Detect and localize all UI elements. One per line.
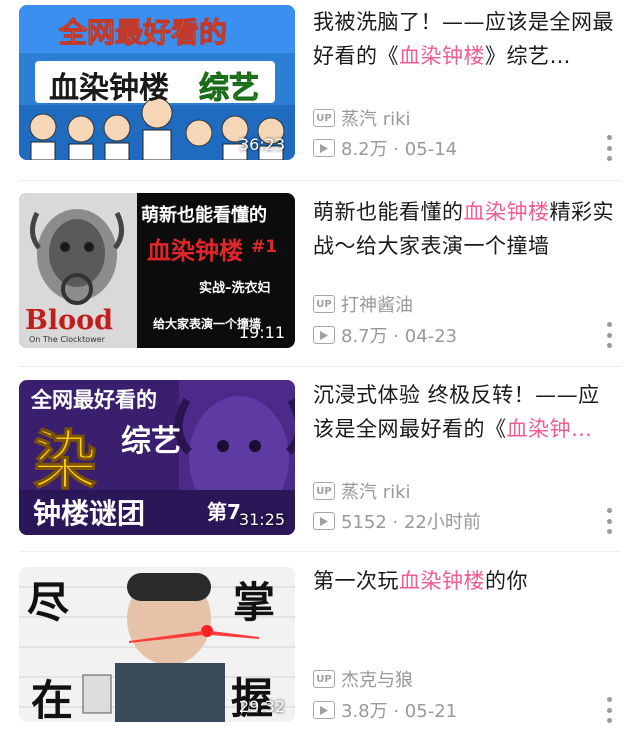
divider bbox=[19, 366, 621, 367]
video-stats: 8.7万 · 04-23 bbox=[341, 326, 458, 347]
thumbnail-char: 在 bbox=[31, 676, 74, 722]
thumbnail-caption-num: #1 bbox=[251, 237, 278, 257]
video-duration: 36:23 bbox=[238, 135, 285, 154]
uploader-line[interactable]: UP 蒸汽 riki bbox=[313, 105, 411, 131]
video-thumbnail[interactable]: 萌新也能看懂的 血染钟楼 #1 实战–洗衣妇 给大家表演一个撞墙 Blood O… bbox=[19, 193, 295, 348]
video-item[interactable]: 尽 掌 在 握 29:32 第一次玩血染钟楼的你 UP 杰克与狼 3.8万 · … bbox=[0, 560, 641, 740]
thumbnail-caption-main: 血染钟楼 bbox=[147, 237, 243, 265]
up-badge-icon: UP bbox=[313, 295, 335, 313]
video-title[interactable]: 萌新也能看懂的血染钟楼精彩实战～给大家表演一个撞墙 bbox=[313, 195, 618, 263]
thumbnail-caption-top: 全网最好看的 bbox=[58, 16, 228, 50]
thumbnail-char: 掌 bbox=[233, 578, 276, 627]
thumbnail-caption-tag: 综艺 bbox=[199, 71, 260, 107]
title-text: 》综艺… bbox=[485, 44, 571, 68]
title-text: 的你 bbox=[485, 569, 528, 593]
play-count-icon bbox=[313, 326, 335, 344]
title-highlight: 血染钟… bbox=[506, 417, 593, 441]
play-count-icon bbox=[313, 701, 335, 719]
video-stats: 5152 · 22小时前 bbox=[341, 512, 481, 533]
video-item[interactable]: 全网最好看的 染 综艺 钟楼谜团 第7 31:25 沉浸式体验 终极反转！——应… bbox=[0, 374, 641, 554]
up-badge-icon: UP bbox=[313, 482, 335, 500]
video-title[interactable]: 我被洗脑了！——应该是全网最好看的《血染钟楼》综艺… bbox=[313, 5, 618, 73]
more-vertical-icon[interactable] bbox=[601, 697, 617, 723]
title-highlight: 血染钟楼 bbox=[463, 200, 550, 224]
thumbnail-caption-main: 血染钟楼 bbox=[49, 71, 169, 106]
up-badge-icon: UP bbox=[313, 670, 335, 688]
uploader-name: 蒸汽 riki bbox=[341, 482, 411, 503]
divider bbox=[19, 551, 621, 552]
thumbnail-caption-top: 萌新也能看懂的 bbox=[141, 205, 267, 226]
thumbnail-caption-tag: 综艺 bbox=[121, 424, 181, 459]
thumbnail-episode: 第7 bbox=[207, 500, 241, 524]
video-stats: 8.2万 · 05-14 bbox=[341, 139, 458, 160]
thumbnail-char: 尽 bbox=[27, 578, 70, 627]
uploader-name: 杰克与狼 bbox=[341, 670, 413, 691]
video-duration: 29:32 bbox=[238, 697, 285, 716]
stats-line: 5152 · 22小时前 bbox=[313, 508, 481, 534]
video-thumbnail[interactable]: 全网最好看的 染 综艺 钟楼谜团 第7 31:25 bbox=[19, 380, 295, 535]
stats-line: 8.7万 · 04-23 bbox=[313, 322, 457, 348]
video-thumbnail[interactable]: 全网最好看的 血染钟楼 综艺 36:23 bbox=[19, 5, 295, 160]
uploader-line[interactable]: UP 打神酱油 bbox=[313, 291, 413, 317]
divider bbox=[19, 180, 621, 181]
video-duration: 19:11 bbox=[238, 323, 285, 342]
uploader-name: 打神酱油 bbox=[341, 295, 413, 316]
uploader-name: 蒸汽 riki bbox=[341, 109, 411, 130]
title-text: 萌新也能看懂的 bbox=[313, 200, 464, 224]
video-duration: 31:25 bbox=[238, 510, 285, 529]
blood-logo-sub: On The Clocktower bbox=[29, 335, 105, 344]
thumbnail-caption-main: 钟楼谜团 bbox=[33, 497, 146, 530]
play-count-icon bbox=[313, 512, 335, 530]
video-thumbnail[interactable]: 尽 掌 在 握 29:32 bbox=[19, 567, 295, 722]
uploader-line[interactable]: UP 蒸汽 riki bbox=[313, 478, 411, 504]
thumbnail-caption-big: 染 bbox=[33, 425, 98, 500]
stats-line: 3.8万 · 05-21 bbox=[313, 697, 457, 723]
video-title[interactable]: 沉浸式体验 终极反转！——应该是全网最好看的《血染钟… bbox=[313, 378, 618, 446]
play-count-icon bbox=[313, 139, 335, 157]
thumbnail-caption-sub: 实战–洗衣妇 bbox=[199, 281, 271, 296]
blood-logo: Blood bbox=[25, 305, 113, 336]
video-title[interactable]: 第一次玩血染钟楼的你 bbox=[313, 564, 618, 598]
stats-line: 8.2万 · 05-14 bbox=[313, 135, 457, 161]
uploader-line[interactable]: UP 杰克与狼 bbox=[313, 666, 413, 692]
video-stats: 3.8万 · 05-21 bbox=[341, 701, 458, 722]
more-vertical-icon[interactable] bbox=[601, 135, 617, 161]
video-item[interactable]: 全网最好看的 血染钟楼 综艺 36:23 我被洗脑了！——应该是全网最好看的《血… bbox=[0, 0, 641, 180]
up-badge-icon: UP bbox=[313, 109, 335, 127]
video-item[interactable]: 萌新也能看懂的 血染钟楼 #1 实战–洗衣妇 给大家表演一个撞墙 Blood O… bbox=[0, 187, 641, 367]
more-vertical-icon[interactable] bbox=[601, 508, 617, 534]
title-text: 第一次玩 bbox=[313, 569, 399, 593]
title-highlight: 血染钟楼 bbox=[399, 569, 485, 593]
more-vertical-icon[interactable] bbox=[601, 322, 617, 348]
title-highlight: 血染钟楼 bbox=[399, 44, 485, 68]
